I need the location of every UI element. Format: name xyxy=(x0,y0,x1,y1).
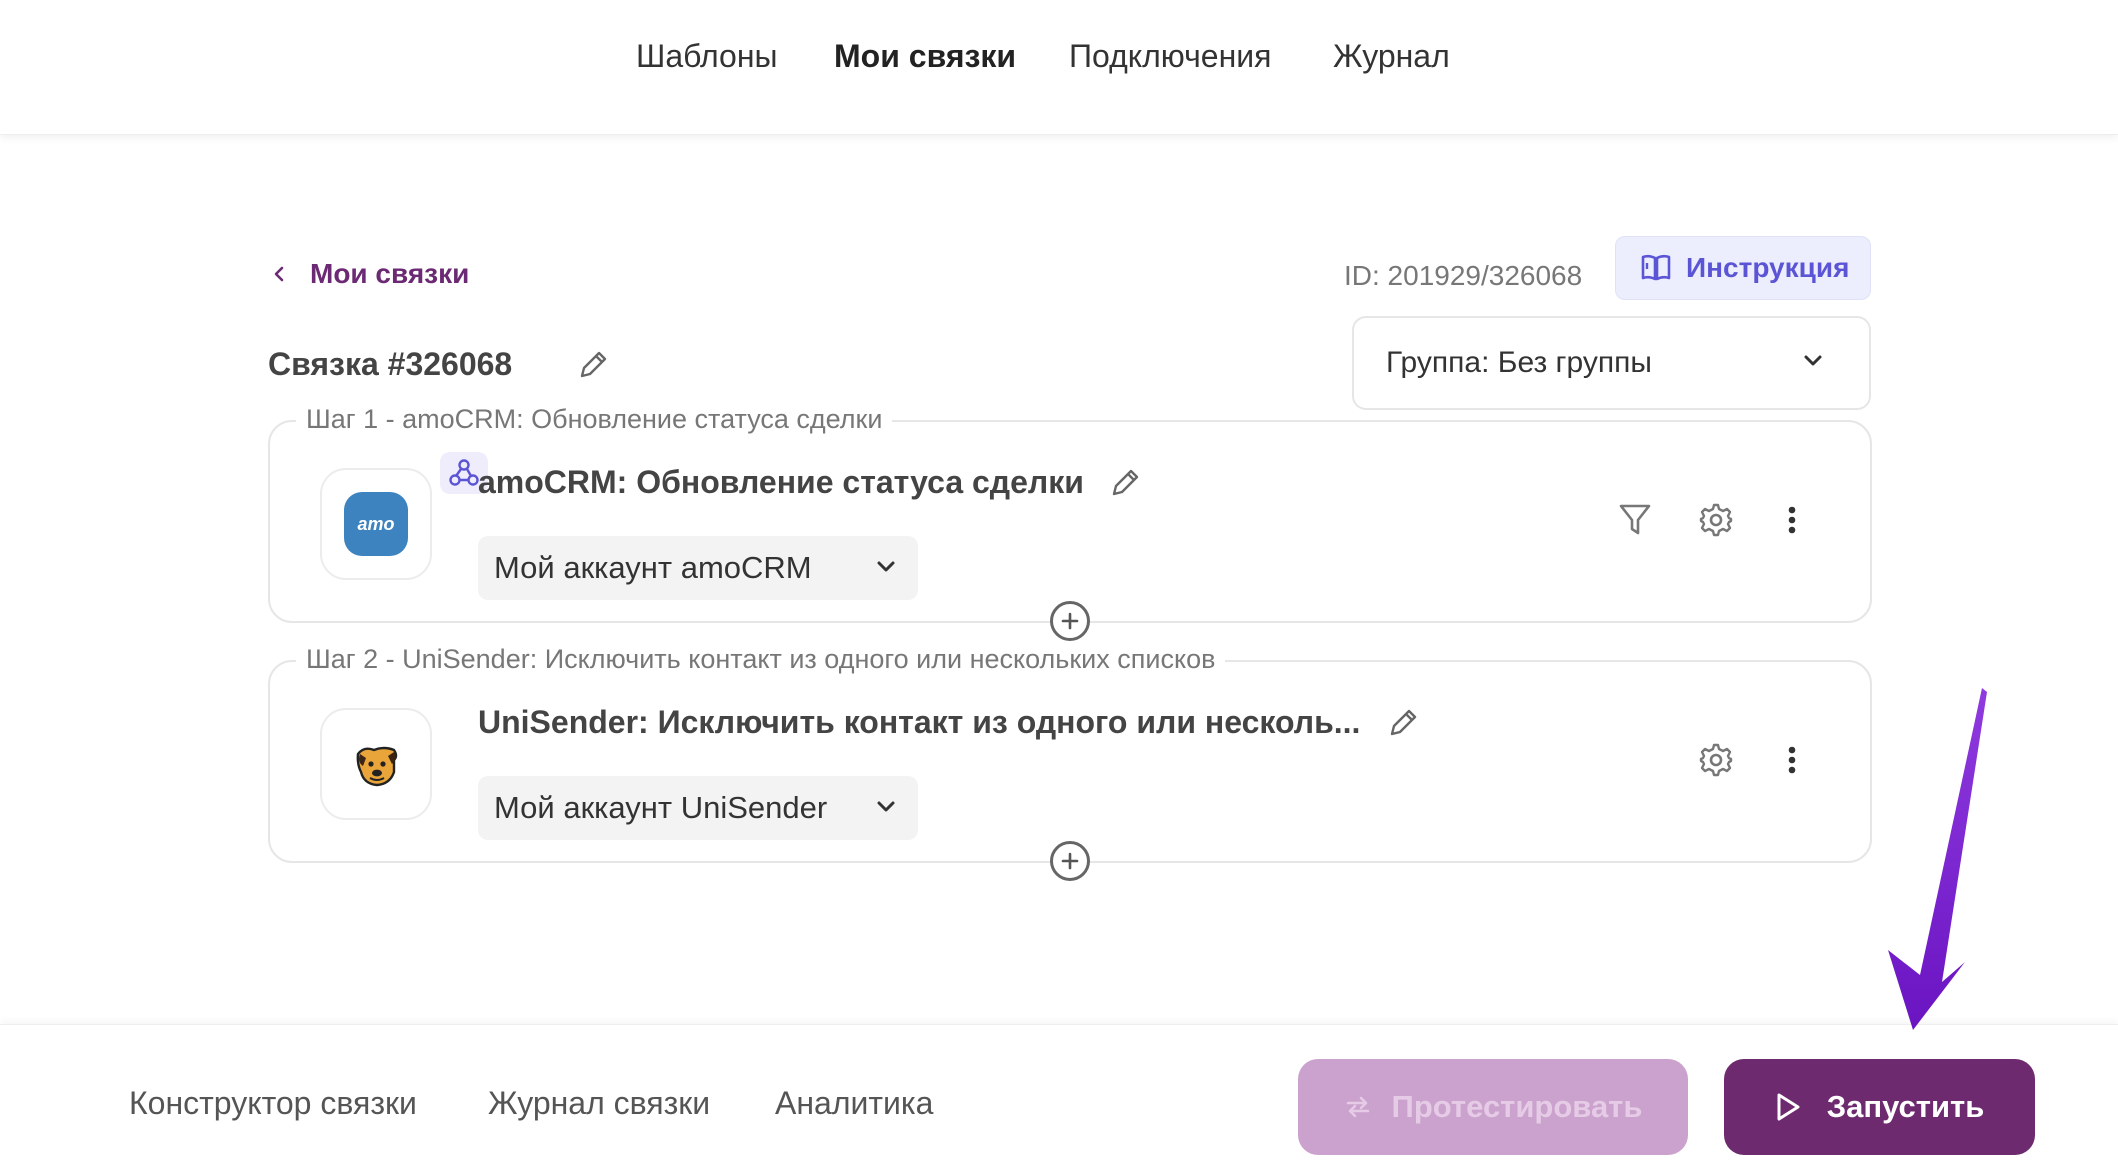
step-title: UniSender: Исключить контакт из одного и… xyxy=(478,704,1361,740)
link-id: ID: 201929/326068 xyxy=(1344,260,1583,291)
group-select-label: Группа: Без группы xyxy=(1386,346,1652,379)
chevron-down-icon xyxy=(877,561,895,572)
nav-item-templates[interactable]: Шаблоны xyxy=(636,38,778,75)
chevron-left-icon xyxy=(274,266,284,282)
filter-icon[interactable] xyxy=(1618,502,1652,538)
plus-icon xyxy=(1061,612,1079,630)
pencil-icon[interactable] xyxy=(1386,706,1420,740)
gear-icon[interactable] xyxy=(1698,742,1734,778)
more-vertical-icon[interactable] xyxy=(1786,502,1798,538)
page-title: Связка #326068 xyxy=(268,346,513,382)
group-select[interactable]: Группа: Без группы xyxy=(1352,316,1871,410)
chevron-down-icon xyxy=(1804,355,1822,366)
account-select-label: Мой аккаунт UniSender xyxy=(494,790,828,825)
chevron-down-icon xyxy=(877,801,895,812)
unisender-logo xyxy=(356,746,398,787)
nav-item-my-links[interactable]: Мои связки xyxy=(834,38,1016,75)
nav-item-journal[interactable]: Журнал xyxy=(1333,38,1450,75)
amocrm-logo: amo xyxy=(344,492,408,556)
gear-icon[interactable] xyxy=(1698,502,1734,538)
run-button-label: Запустить xyxy=(1826,1089,1985,1124)
tab-link-journal[interactable]: Журнал связки xyxy=(488,1085,710,1122)
add-step-button[interactable] xyxy=(1050,601,1090,641)
tab-constructor[interactable]: Конструктор связки xyxy=(129,1085,417,1122)
plus-icon xyxy=(1061,852,1079,870)
nav-item-connections[interactable]: Подключения xyxy=(1069,38,1271,75)
step-title: amoCRM: Обновление статуса сделки xyxy=(478,464,1084,500)
tab-analytics[interactable]: Аналитика xyxy=(775,1085,933,1122)
account-select[interactable]: Мой аккаунт UniSender xyxy=(478,776,918,840)
add-step-button[interactable] xyxy=(1050,841,1090,881)
back-link[interactable]: Мои связки xyxy=(270,258,469,290)
pencil-icon[interactable] xyxy=(1108,466,1142,500)
test-button[interactable]: Протестировать xyxy=(1298,1059,1688,1155)
app-tile-unisender xyxy=(320,708,432,820)
instruction-label: Инструкция xyxy=(1686,252,1850,283)
step-card-1: Шаг 1 - amoCRM: Обновление статуса сделк… xyxy=(268,404,1872,623)
app-tile-amocrm: amo xyxy=(320,452,488,580)
step-legend: Шаг 2 - UniSender: Исключить контакт из … xyxy=(296,644,1226,675)
bottom-bar: Конструктор связки Журнал связки Аналити… xyxy=(0,1024,2118,1166)
account-select-label: Мой аккаунт amoCRM xyxy=(494,550,812,585)
account-select[interactable]: Мой аккаунт amoCRM xyxy=(478,536,918,600)
instruction-button[interactable]: Инструкция xyxy=(1615,236,1871,300)
step-card-2: Шаг 2 - UniSender: Исключить контакт из … xyxy=(268,644,1872,863)
pencil-icon[interactable] xyxy=(576,348,610,382)
swap-icon xyxy=(1346,1096,1369,1118)
book-icon xyxy=(1641,254,1671,281)
test-button-label: Протестировать xyxy=(1391,1089,1643,1124)
more-vertical-icon[interactable] xyxy=(1786,742,1798,778)
step-legend: Шаг 1 - amoCRM: Обновление статуса сделк… xyxy=(296,404,893,435)
run-button[interactable]: Запустить xyxy=(1724,1059,2035,1155)
play-icon xyxy=(1777,1093,1800,1121)
top-navigation: Шаблоны Мои связки Подключения Журнал xyxy=(0,0,2118,135)
back-link-label: Мои связки xyxy=(310,258,470,289)
